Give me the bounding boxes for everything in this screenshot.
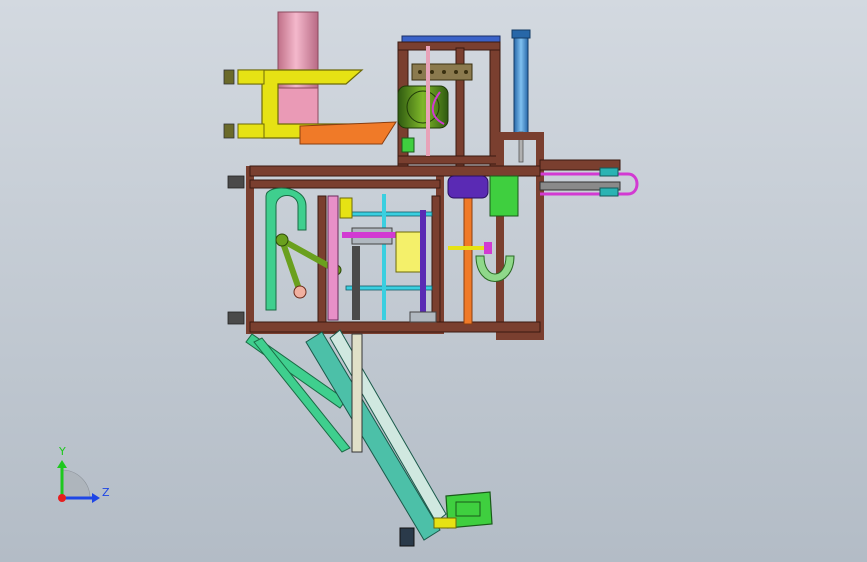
cad-scene[interactable]: Y Z [0,0,867,562]
pink-rod[interactable] [426,46,430,156]
orange-post[interactable] [463,193,473,325]
leveling-foot[interactable] [223,69,235,85]
dark-bracket[interactable] [352,246,360,320]
cad-viewport[interactable]: Y Z [0,0,867,562]
x-axis-dot [58,494,66,502]
frame-inner-post[interactable] [431,195,441,323]
purple-motor[interactable] [447,175,489,199]
yellow-pin[interactable] [448,246,488,250]
leveling-foot[interactable] [227,311,245,325]
linkage-pivot[interactable] [293,285,307,299]
fork-upper-arm[interactable] [237,69,265,85]
tower-beam-lower[interactable] [397,155,501,165]
frame-beam-mid[interactable] [249,179,441,189]
frame-beam-bottom[interactable] [249,321,541,333]
yellow-block[interactable] [395,231,425,273]
valve-block[interactable] [599,167,619,177]
yellow-sensor[interactable] [339,197,353,219]
cyan-post[interactable] [382,194,386,320]
tower-beam[interactable] [397,41,501,51]
chute-end-block[interactable] [399,527,415,547]
fork-lower-arm[interactable] [237,123,265,139]
leveling-foot[interactable] [227,175,245,189]
linkage-pivot[interactable] [275,233,289,247]
cyan-rail[interactable] [345,211,433,217]
end-clamp[interactable] [433,517,457,529]
valve-block[interactable] [599,187,619,197]
magenta-bar[interactable] [342,232,400,238]
z-axis-label: Z [102,486,110,499]
magenta-stub[interactable] [484,242,492,254]
bottom-plate[interactable] [409,311,437,323]
leveling-foot[interactable] [223,123,235,139]
blue-cylinder[interactable] [513,29,529,135]
y-axis-label: Y [58,445,66,458]
small-green-block[interactable] [401,137,415,153]
frame-beam-top[interactable] [249,165,541,177]
orange-bracket[interactable] [299,121,397,145]
blue-cylinder-cap[interactable] [511,29,531,39]
purple-rail[interactable] [420,210,426,320]
green-bracket[interactable] [489,175,519,217]
pink-side-plate[interactable] [327,195,339,321]
chute-guide-post[interactable] [351,333,363,453]
